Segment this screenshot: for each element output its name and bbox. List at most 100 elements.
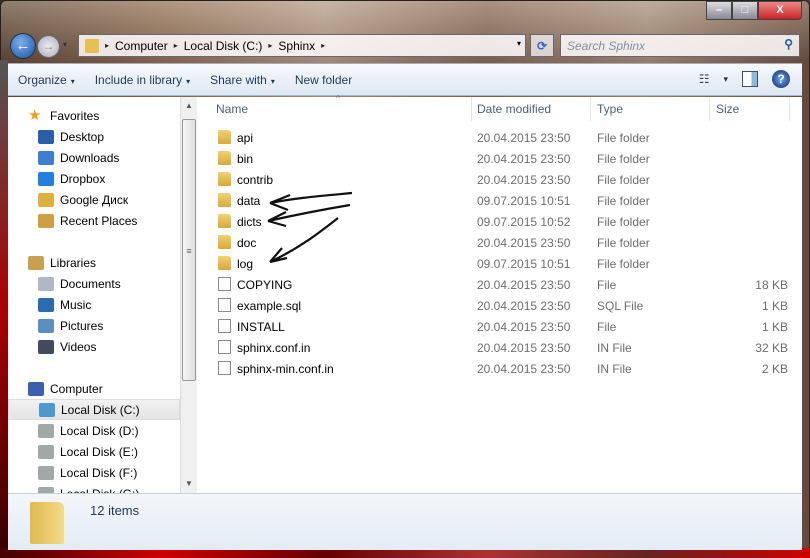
share-with-button[interactable]: Share with ▾ [200,73,285,87]
navigation-bar: ← → ▾ ▸ Computer ▸ Local Disk (C:) ▸ Sph… [10,33,800,59]
folder-icon [85,38,99,53]
chevron-right-icon[interactable]: ▸ [321,41,325,50]
file-row[interactable]: contrib 20.04.2015 23:50 File folder [208,169,788,190]
file-row[interactable]: example.sql 20.04.2015 23:50 SQL File 1 … [208,295,788,316]
column-header-name[interactable]: Name [210,97,472,121]
sidebar-item-music[interactable]: Music [8,294,180,315]
file-type: File [597,320,617,334]
file-row[interactable]: sphinx.conf.in 20.04.2015 23:50 IN File … [208,337,788,358]
chevron-right-icon[interactable]: ▸ [105,41,109,50]
sidebar-item-downloads[interactable]: Downloads [8,147,180,168]
chevron-right-icon[interactable]: ▸ [268,41,272,50]
file-row[interactable]: data 09.07.2015 10:51 File folder [208,190,788,211]
sidebar-item-label: Documents [60,276,121,291]
sidebar-item-label: Google Диск [60,192,129,207]
search-icon[interactable]: ⚲ [784,37,793,51]
file-icon [218,277,231,291]
sidebar-item-pictures[interactable]: Pictures [8,315,180,336]
file-type: File folder [597,131,650,145]
sidebar-item-local-disk-g[interactable]: Local Disk (G:) [8,483,180,493]
sidebar-item-dropbox[interactable]: Dropbox [8,168,180,189]
sidebar-item-local-disk-f[interactable]: Local Disk (F:) [8,462,180,483]
videos-icon [38,339,54,354]
sidebar-item-local-disk-e[interactable]: Local Disk (E:) [8,441,180,462]
file-type: File folder [597,257,650,271]
file-size: 32 KB [755,341,788,355]
folder-icon [218,235,231,249]
file-size: 1 KB [761,320,788,334]
column-header-date[interactable]: Date modified [471,97,591,121]
file-icon [218,361,231,375]
file-row[interactable]: dicts 09.07.2015 10:52 File folder [208,211,788,232]
address-dropdown-icon[interactable]: ▾ [517,39,521,48]
column-header-type[interactable]: Type [591,97,710,121]
sidebar-item-libraries[interactable]: Libraries [8,252,180,273]
folder-icon [218,214,231,228]
sidebar-item-local-disk-c[interactable]: Local Disk (C:) [8,399,180,420]
sidebar-item-recent-places[interactable]: Recent Places [8,210,180,231]
file-icon [218,340,231,354]
view-options-icon[interactable]: ☷ [699,72,710,86]
file-row[interactable]: doc 20.04.2015 23:50 File folder [208,232,788,253]
window-edge [0,60,8,558]
chevron-down-icon: ▾ [186,76,191,86]
content-area: ★ Favorites Desktop Downloads Dropbox Google … [8,94,802,493]
help-icon[interactable]: ? [772,70,790,88]
file-name: data [237,194,261,208]
sidebar-item-local-disk-d[interactable]: Local Disk (D:) [8,420,180,441]
file-type: IN File [597,362,632,376]
recent-pages-dropdown[interactable]: ▾ [63,40,67,49]
file-row[interactable]: log 09.07.2015 10:51 File folder [208,253,788,274]
window-controls: – □ X [706,1,802,20]
maximize-button[interactable]: □ [732,1,758,20]
minimize-button[interactable]: – [706,1,732,20]
scroll-down-arrow[interactable]: ▼ [181,479,197,488]
google-drive-icon [38,192,54,207]
file-type: File folder [597,215,650,229]
refresh-button[interactable]: ⟳ [530,34,554,57]
file-type: File folder [597,152,650,166]
file-row[interactable]: api 20.04.2015 23:50 File folder [208,127,788,148]
include-label: Include in library [94,72,183,87]
file-name: api [237,131,254,145]
scroll-up-arrow[interactable]: ▲ [181,101,197,110]
file-row[interactable]: bin 20.04.2015 23:50 File folder [208,148,788,169]
search-input[interactable]: Search Sphinx ⚲ [560,34,800,57]
file-name: contrib [237,173,274,187]
new-folder-button[interactable]: New folder [285,73,362,87]
close-button[interactable]: X [758,1,802,20]
breadcrumb-sphinx[interactable]: Sphinx [278,39,315,53]
sidebar-item-desktop[interactable]: Desktop [8,126,180,147]
pictures-icon [38,318,54,333]
sidebar-scrollbar[interactable]: ▲ ≡ ▼ [180,97,197,493]
drive-icon [38,444,54,459]
column-header-size[interactable]: Size [710,97,790,121]
sidebar-item-label: Local Disk (E:) [60,444,139,459]
file-row[interactable]: sphinx-min.conf.in 20.04.2015 23:50 IN F… [208,358,788,379]
file-name: example.sql [237,299,302,313]
file-name: sphinx-min.conf.in [237,362,334,376]
address-bar[interactable]: ▸ Computer ▸ Local Disk (C:) ▸ Sphinx ▸ … [78,34,526,57]
breadcrumb-local-disk-c[interactable]: Local Disk (C:) [184,39,263,53]
include-in-library-button[interactable]: Include in library ▾ [85,73,200,87]
organize-button[interactable]: Organize ▾ [8,73,85,87]
sidebar-item-google-диск[interactable]: Google Диск [8,189,180,210]
breadcrumb-computer[interactable]: Computer [115,39,168,53]
file-row[interactable]: INSTALL 20.04.2015 23:50 File 1 KB [208,316,788,337]
preview-pane-icon[interactable] [742,71,758,87]
file-date: 20.04.2015 23:50 [477,320,571,334]
sidebar-item-label: Libraries [50,255,97,270]
sidebar-item-videos[interactable]: Videos [8,336,180,357]
file-row[interactable]: COPYING 20.04.2015 23:50 File 18 KB [208,274,788,295]
sidebar-item-favorites[interactable]: ★ Favorites [8,105,180,126]
file-icon [218,319,231,333]
sidebar-item-computer[interactable]: Computer [8,378,180,399]
scrollbar-thumb[interactable]: ≡ [182,119,196,381]
organize-label: Organize [18,72,67,87]
chevron-down-icon[interactable]: ▾ [723,74,728,85]
back-button[interactable]: ← [10,33,36,59]
forward-button[interactable]: → [37,35,60,58]
sidebar-item-documents[interactable]: Documents [8,273,180,294]
desktop-icon [38,129,54,144]
chevron-right-icon[interactable]: ▸ [174,41,178,50]
